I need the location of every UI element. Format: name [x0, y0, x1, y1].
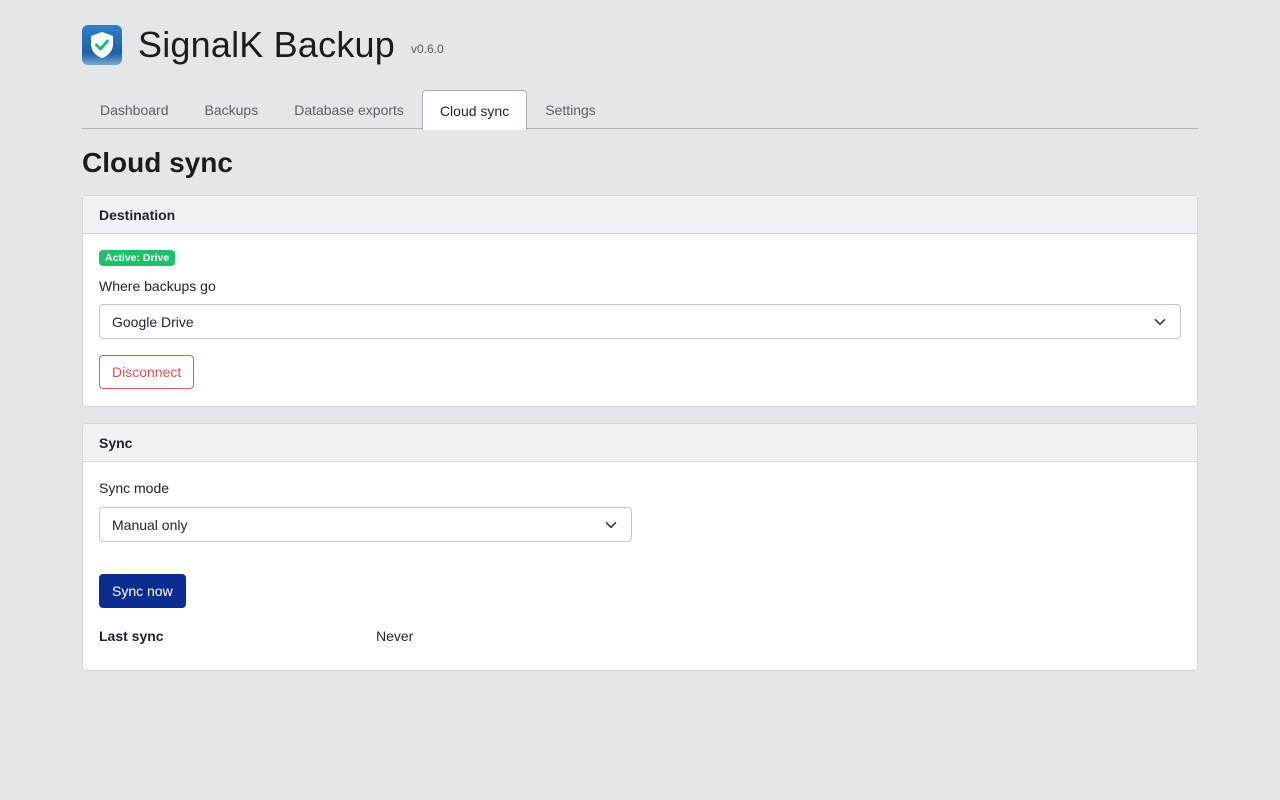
sync-now-button[interactable]: Sync now — [99, 574, 186, 608]
destination-card-header: Destination — [83, 196, 1197, 234]
tab-settings[interactable]: Settings — [527, 90, 614, 129]
chevron-down-icon — [1154, 319, 1166, 326]
last-sync-value: Never — [376, 628, 414, 644]
status-badge: Active: Drive — [99, 250, 176, 266]
app-version: v0.6.0 — [410, 42, 444, 56]
app-title: SignalK Backup — [138, 24, 395, 65]
destination-select[interactable]: Google Drive — [99, 304, 1181, 339]
sync-mode-label: Sync mode — [99, 480, 170, 496]
tab-cloud-sync[interactable]: Cloud sync — [421, 90, 528, 130]
sync-mode-value: Manual only — [112, 516, 188, 533]
app-header: SignalK Backup v0.6.0 — [82, 25, 444, 65]
nav-tabs: Dashboard Backups Database exports Cloud… — [82, 90, 1198, 130]
sync-card: Sync Sync mode Manual only Sync now Last… — [82, 423, 1198, 671]
tab-backups[interactable]: Backups — [187, 90, 277, 129]
destination-select-value: Google Drive — [112, 313, 194, 330]
sync-mode-select[interactable]: Manual only — [99, 507, 632, 542]
last-sync-label: Last sync — [99, 628, 164, 644]
tab-database-exports[interactable]: Database exports — [276, 90, 422, 129]
sync-card-header: Sync — [83, 424, 1197, 462]
page-title: Cloud sync — [82, 147, 233, 178]
disconnect-button[interactable]: Disconnect — [99, 355, 195, 389]
shield-check-icon — [82, 25, 122, 65]
destination-field-label: Where backups go — [99, 278, 216, 294]
chevron-down-icon — [605, 522, 617, 529]
tab-dashboard[interactable]: Dashboard — [82, 90, 187, 129]
destination-card: Destination Active: Drive Where backups … — [82, 195, 1198, 407]
